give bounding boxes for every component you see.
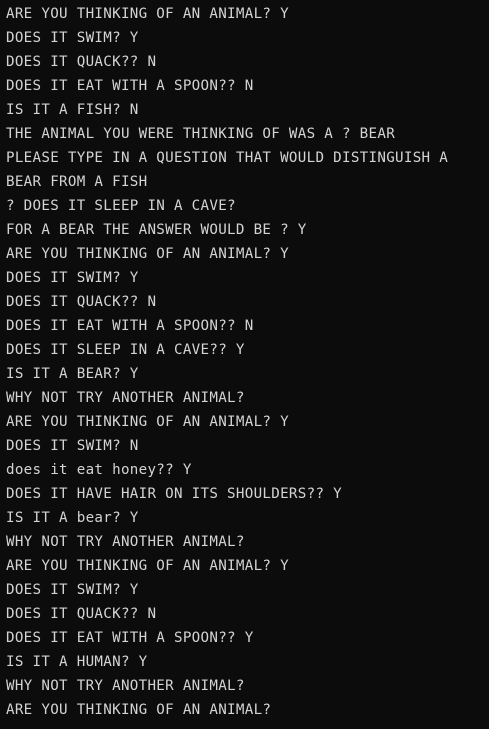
terminal-line: IS IT A BEAR? Y [6,366,139,382]
terminal-line: DOES IT QUACK?? N [6,606,157,622]
terminal-output[interactable]: ARE YOU THINKING OF AN ANIMAL? Y DOES IT… [0,0,489,729]
terminal-line: IS IT A HUMAN? Y [6,654,148,670]
terminal-line: IS IT A FISH? N [6,102,139,118]
terminal-line: DOES IT EAT WITH A SPOON?? N [6,318,254,334]
terminal-line: DOES IT SLEEP IN A CAVE?? Y [6,342,245,358]
terminal-line: WHY NOT TRY ANOTHER ANIMAL? [6,534,245,550]
terminal-line: ARE YOU THINKING OF AN ANIMAL? Y [6,246,289,262]
terminal-line: DOES IT SWIM? N [6,438,139,454]
terminal-line: ? DOES IT SLEEP IN A CAVE? [6,198,236,214]
terminal-line: ARE YOU THINKING OF AN ANIMAL? Y [6,414,289,430]
terminal-line: DOES IT EAT WITH A SPOON?? Y [6,630,254,646]
terminal-line: DOES IT QUACK?? N [6,54,157,70]
terminal-prompt-line[interactable]: ARE YOU THINKING OF AN ANIMAL? [6,698,489,722]
terminal-line: PLEASE TYPE IN A QUESTION THAT WOULD DIS… [6,150,449,166]
terminal-line: FOR A BEAR THE ANSWER WOULD BE ? Y [6,222,307,238]
terminal-line: does it eat honey?? Y [6,462,192,478]
terminal-line: THE ANIMAL YOU WERE THINKING OF WAS A ? … [6,126,396,142]
terminal-line: IS IT A bear? Y [6,510,139,526]
terminal-line: DOES IT EAT WITH A SPOON?? N [6,78,254,94]
terminal-line: DOES IT HAVE HAIR ON ITS SHOULDERS?? Y [6,486,342,502]
terminal-line: DOES IT SWIM? Y [6,582,139,598]
terminal-line: BEAR FROM A FISH [6,174,148,190]
terminal-line: WHY NOT TRY ANOTHER ANIMAL? [6,390,245,406]
terminal-line: ARE YOU THINKING OF AN ANIMAL? Y [6,6,289,22]
terminal-line: ARE YOU THINKING OF AN ANIMAL? Y [6,558,289,574]
terminal-line: WHY NOT TRY ANOTHER ANIMAL? [6,678,245,694]
terminal-line: DOES IT QUACK?? N [6,294,157,310]
terminal-line: DOES IT SWIM? Y [6,270,139,286]
terminal-line: DOES IT SWIM? Y [6,30,139,46]
